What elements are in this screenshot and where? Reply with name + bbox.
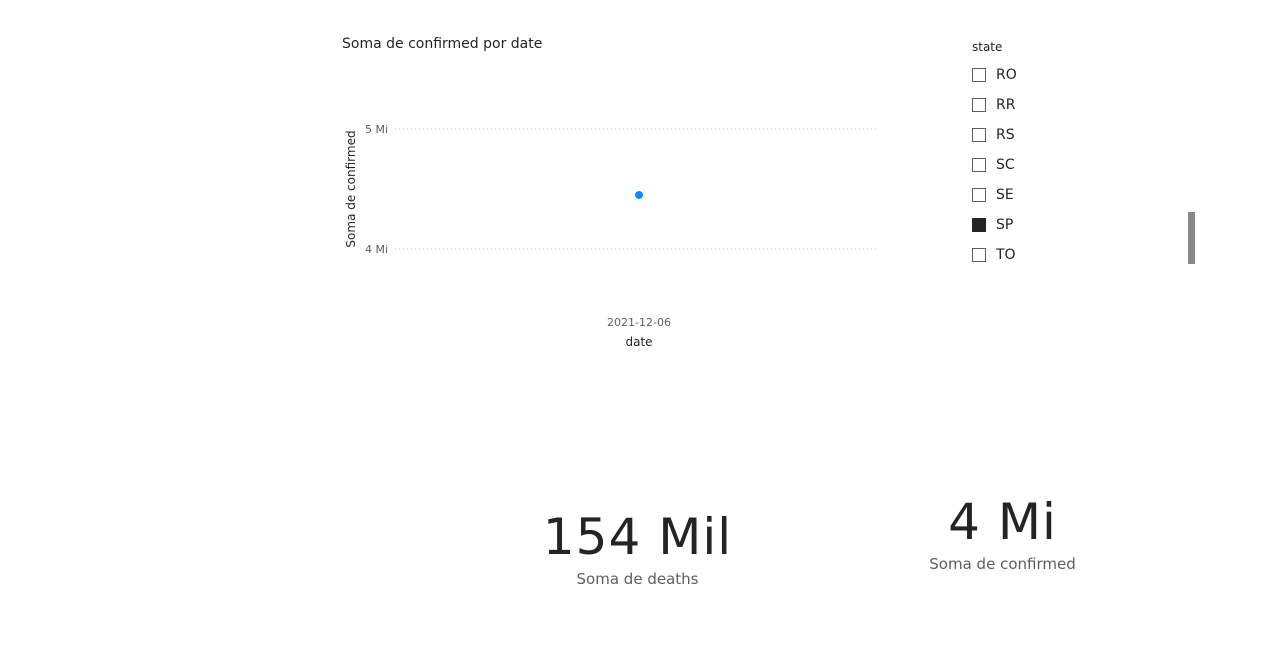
checkbox[interactable] [972, 128, 986, 142]
checkbox-checked[interactable] [972, 218, 986, 232]
x-axis-title: date [625, 335, 652, 349]
x-tick-label: 2021-12-06 [607, 316, 671, 329]
y-tick-4mi: 4 Mi [365, 243, 388, 256]
slicer-item-label: RS [996, 127, 1015, 143]
card-value: 4 Mi [948, 493, 1057, 551]
slicer-item-ro[interactable]: RO [972, 60, 1197, 90]
slicer-item-to[interactable]: TO [972, 240, 1197, 270]
card-value: 154 Mil [542, 508, 733, 566]
slicer-scrollbar[interactable] [1188, 212, 1195, 264]
slicer-header: state [972, 40, 1003, 54]
slicer-item-rr[interactable]: RR [972, 90, 1197, 120]
confirmed-card: 4 Mi Soma de confirmed [915, 497, 1090, 573]
y-axis-title: Soma de confirmed [344, 130, 358, 247]
slicer-item-sp[interactable]: SP [972, 210, 1197, 240]
card-label: Soma de confirmed [929, 555, 1076, 573]
deaths-card: 154 Mil Soma de deaths [535, 512, 740, 588]
slicer-item-label: RR [996, 97, 1016, 113]
checkbox[interactable] [972, 158, 986, 172]
checkbox[interactable] [972, 68, 986, 82]
state-slicer: state RO RR RS SC SE SP TO [972, 40, 1197, 270]
slicer-item-label: SC [996, 157, 1015, 173]
card-label: Soma de deaths [576, 570, 699, 588]
checkbox[interactable] [972, 188, 986, 202]
checkbox[interactable] [972, 98, 986, 112]
data-point[interactable] [635, 191, 643, 199]
slicer-item-se[interactable]: SE [972, 180, 1197, 210]
slicer-item-rs[interactable]: RS [972, 120, 1197, 150]
slicer-item-label: SP [996, 217, 1014, 233]
slicer-item-label: SE [996, 187, 1014, 203]
slicer-item-label: RO [996, 67, 1017, 83]
slicer-item-sc[interactable]: SC [972, 150, 1197, 180]
checkbox[interactable] [972, 248, 986, 262]
slicer-item-label: TO [996, 247, 1016, 263]
y-tick-5mi: 5 Mi [365, 123, 388, 136]
